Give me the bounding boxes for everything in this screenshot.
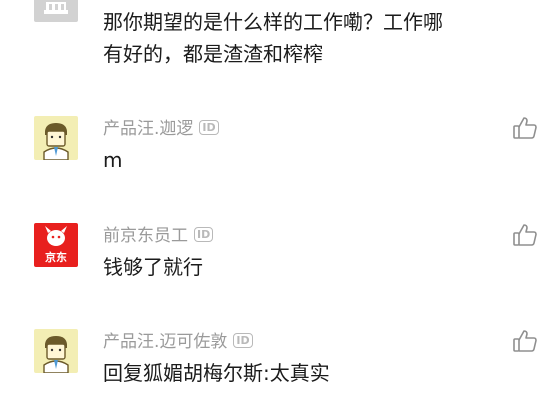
comment-text: 那你期望的是什么样的工作嘞？工作哪 bbox=[103, 10, 443, 34]
comment-text: 回复狐媚胡梅尔斯:太真实 bbox=[103, 361, 330, 385]
jd-logo-text: 京东 bbox=[45, 251, 67, 264]
thumbs-up-icon[interactable] bbox=[512, 115, 538, 141]
username-text[interactable]: 产品汪.迈可佐敦 bbox=[103, 332, 227, 352]
comment-username[interactable]: 前京东员工 ID bbox=[103, 225, 214, 247]
comment-username[interactable]: 产品汪.迦逻 ID bbox=[103, 118, 219, 140]
thumbs-up-icon[interactable] bbox=[512, 222, 538, 248]
product-dog-avatar-icon[interactable] bbox=[34, 116, 78, 160]
username-text[interactable]: 产品汪.迦逻 bbox=[103, 119, 193, 139]
username-text[interactable]: 前京东员工 bbox=[103, 226, 188, 246]
product-dog-avatar-icon[interactable] bbox=[34, 329, 78, 373]
jd-logo-avatar-icon[interactable]: 京东 bbox=[34, 223, 78, 267]
comment-text: 有好的，都是渣渣和榨榨 bbox=[103, 42, 323, 66]
comment-list: 那你期望的是什么样的工作嘞？工作哪 有好的，都是渣渣和榨榨 产品汪.迦逻 ID m bbox=[0, 0, 558, 404]
comment-text: 钱够了就行 bbox=[103, 255, 203, 279]
comment-username[interactable]: 产品汪.迈可佐敦 ID bbox=[103, 331, 253, 353]
comment-text: m bbox=[103, 148, 123, 172]
id-badge-icon: ID bbox=[233, 332, 253, 348]
thumbs-up-icon[interactable] bbox=[512, 328, 538, 354]
id-badge-icon: ID bbox=[199, 119, 219, 135]
building-avatar-icon[interactable] bbox=[34, 0, 78, 22]
id-badge-icon: ID bbox=[194, 226, 214, 242]
